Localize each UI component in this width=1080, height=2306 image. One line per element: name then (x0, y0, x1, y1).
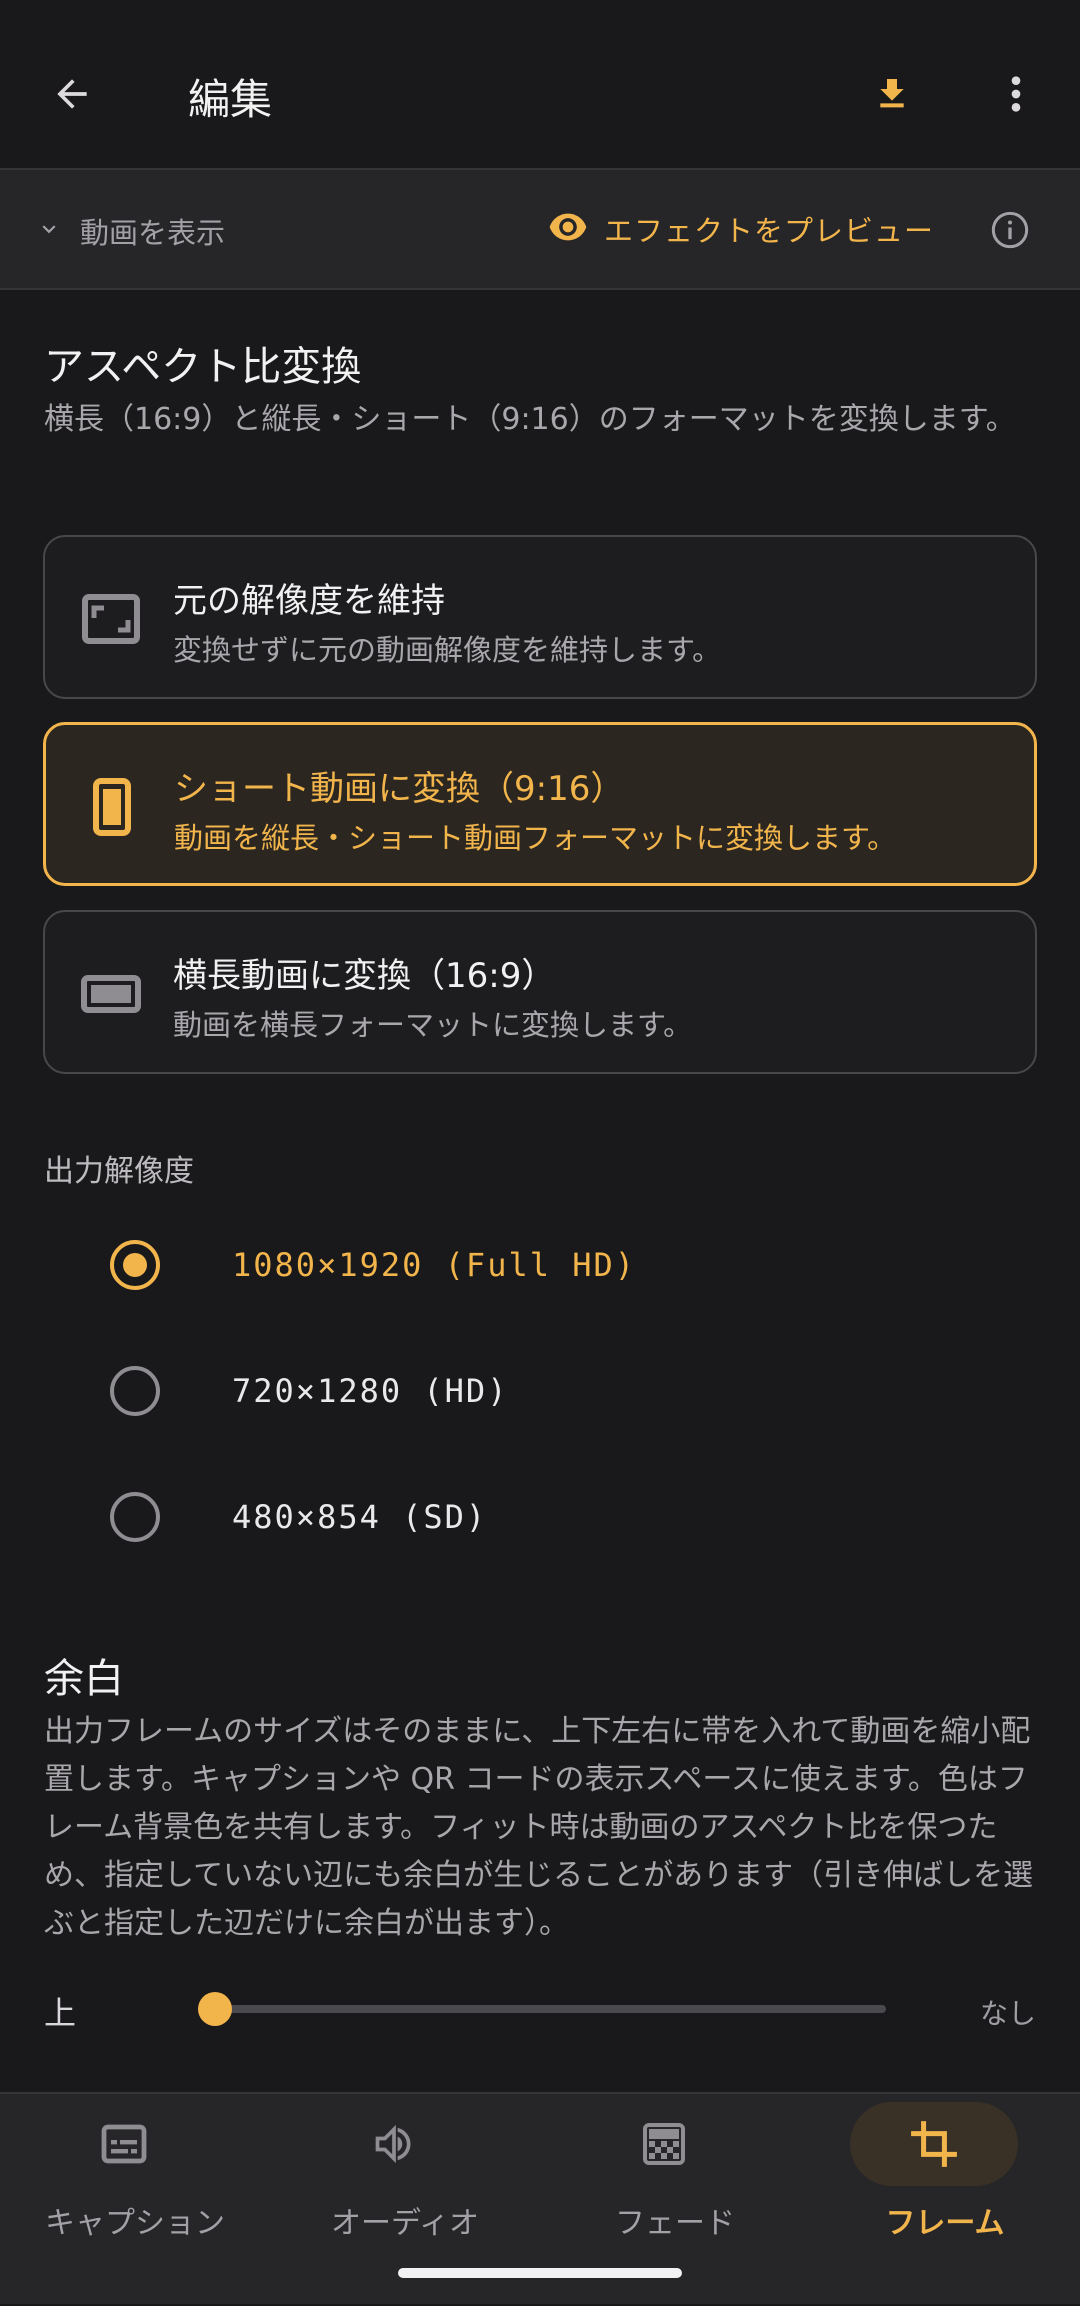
speaker-icon (310, 2102, 478, 2186)
resolution-label: 1080×1920 (Full HD) (232, 1246, 637, 1284)
nav-label: フレーム (885, 2206, 1005, 2241)
chevron-down-icon (36, 216, 62, 246)
eye-icon (548, 212, 588, 246)
nav-item-caption[interactable]: キャプション (0, 2094, 270, 2306)
show-video-label: 動画を表示 (80, 216, 226, 250)
nav-label: フェード (615, 2206, 735, 2241)
back-arrow-icon[interactable] (40, 62, 104, 126)
portrait-phone-icon (80, 775, 144, 839)
resolution-option-fullhd[interactable]: 1080×1920 (Full HD) (110, 1226, 1010, 1306)
radio-unselected-icon[interactable] (110, 1492, 160, 1542)
option-title: 横長動画に変換（16:9） (173, 956, 556, 996)
nav-label: キャプション (45, 2206, 225, 2241)
slider-value: なし (979, 1997, 1036, 2030)
slider-track[interactable] (214, 2005, 886, 2013)
slider-thumb[interactable] (198, 1992, 232, 2026)
nav-label: オーディオ (331, 2206, 479, 2241)
page-title: 編集 (188, 75, 273, 124)
resolution-label: 720×1280 (HD) (232, 1372, 509, 1410)
top-app-bar: 編集 (0, 0, 1080, 168)
radio-selected-icon[interactable] (110, 1240, 160, 1290)
home-indicator[interactable] (398, 2268, 682, 2278)
show-video-toggle[interactable]: 動画を表示 (36, 210, 225, 252)
slider-label: 上 (44, 1994, 77, 2032)
preview-bar: 動画を表示 エフェクトをプレビュー (0, 168, 1080, 290)
option-description: 変換せずに元の動画解像度を維持します。 (173, 633, 722, 667)
option-description: 動画を縦長・ショート動画フォーマットに変換します。 (174, 821, 897, 855)
keep-resolution-option[interactable]: 元の解像度を維持 変換せずに元の動画解像度を維持します。 (43, 535, 1037, 699)
output-resolution-label: 出力解像度 (44, 1154, 194, 1189)
resolution-label: 480×854 (SD) (232, 1498, 488, 1536)
convert-short-option[interactable]: ショート動画に変換（9:16） 動画を縦長・ショート動画フォーマットに変換します… (43, 722, 1037, 886)
option-description: 動画を横長フォーマットに変換します。 (173, 1008, 693, 1042)
option-title: ショート動画に変換（9:16） (174, 769, 625, 809)
preview-effects-button[interactable]: エフェクトをプレビュー (548, 208, 934, 250)
preview-effects-label: エフェクトをプレビュー (604, 214, 935, 248)
convert-landscape-option[interactable]: 横長動画に変換（16:9） 動画を横長フォーマットに変換します。 (43, 910, 1037, 1074)
margin-section-description: 出力フレームのサイズはそのままに、上下左右に帯を入れて動画を縮小配置します。キャ… (44, 1714, 1034, 1941)
info-icon[interactable] (990, 210, 1030, 254)
radio-unselected-icon[interactable] (110, 1366, 160, 1416)
aspect-ratio-icon (79, 587, 143, 651)
margin-top-slider-row: 上 なし (0, 1978, 1080, 2038)
aspect-section-title: アスペクト比変換 (44, 344, 362, 390)
resolution-option-sd[interactable]: 480×854 (SD) (110, 1478, 1010, 1558)
landscape-icon (79, 962, 143, 1026)
gradient-icon (580, 2102, 748, 2186)
subtitles-icon (40, 2102, 208, 2186)
download-icon[interactable] (862, 62, 922, 126)
option-title: 元の解像度を維持 (173, 581, 445, 621)
more-vert-icon[interactable] (986, 62, 1046, 126)
nav-item-frame[interactable]: フレーム (810, 2094, 1080, 2306)
crop-icon (850, 2102, 1018, 2186)
aspect-section-description: 横長（16:9）と縦長・ショート（9:16）のフォーマットを変換します。 (44, 402, 1016, 437)
resolution-option-hd[interactable]: 720×1280 (HD) (110, 1352, 1010, 1432)
margin-section-title: 余白 (44, 1656, 124, 1702)
